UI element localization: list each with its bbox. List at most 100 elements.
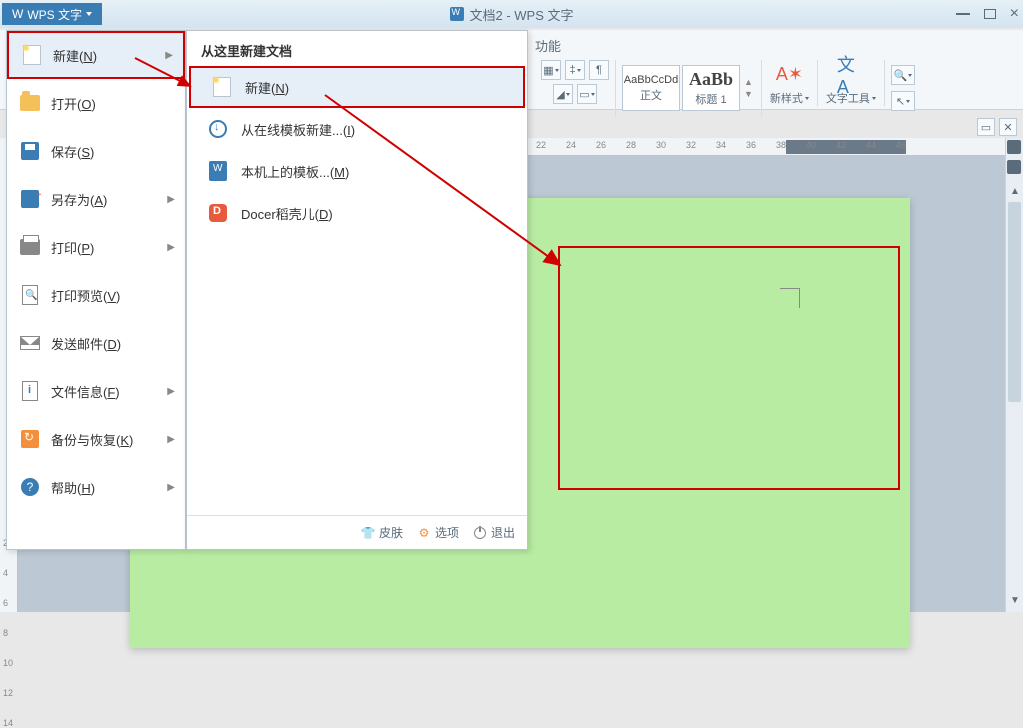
ruler-tick: 40 [806,140,816,150]
footer-options-label: 选项 [435,524,459,541]
local-template-icon [207,160,229,182]
ribbon-function-label: 功能 [535,36,561,55]
style-normal-label: 正文 [640,87,662,103]
ruler-tick: 8 [3,628,8,638]
title-bar: W WPS 文字 文档2 - WPS 文字 × [0,0,1023,28]
menu-item-new[interactable]: 新建(N) ▶ [7,31,185,79]
menu-item-new-label: 新建(N) [53,46,97,65]
ruler-tick: 22 [536,140,546,150]
sub-item-docer[interactable]: Docer稻壳儿(D) [187,192,527,234]
ruler-tick: 14 [3,718,13,728]
footer-exit-label: 退出 [491,524,515,541]
ruler-tick: 24 [566,140,576,150]
menu-item-save[interactable]: 保存(S) [7,127,185,175]
menu-item-saveas[interactable]: 另存为(A) ▶ [7,175,185,223]
sub-item-new[interactable]: 新建(N) [189,66,525,108]
skin-icon: 👕 [361,526,375,540]
find-icon[interactable]: 🔍 [891,65,915,85]
ribbon-group-paragraph: ▦ ‡ ¶ ◢ ▭ [535,60,616,116]
maximize-button[interactable] [984,9,996,19]
sub-menu-header: 从这里新建文档 [187,31,527,66]
print-icon [19,236,41,258]
ruler-tick: 32 [686,140,696,150]
scroll-down-icon[interactable]: ▼ [1010,595,1020,606]
style-normal[interactable]: AaBbCcDd 正文 [622,65,680,111]
app-name-label: WPS 文字 [27,6,82,23]
ruler-tick: 28 [626,140,636,150]
menu-item-sendmail[interactable]: 发送邮件(D) [7,319,185,367]
file-info-icon [19,380,41,402]
scroll-thumb[interactable] [1008,202,1021,402]
window-title: 文档2 - WPS 文字 [449,5,573,24]
ribbon-group-find: 🔍 ↖ [885,60,921,116]
footer-exit-button[interactable]: 退出 [473,524,515,541]
chevron-right-icon: ▶ [167,194,175,205]
sub-item-local-template[interactable]: 本机上的模板...(M) [187,150,527,192]
ruler-tick: 38 [776,140,786,150]
ruler-tick: 26 [596,140,606,150]
menu-item-print-label: 打印(P) [51,238,94,257]
menu-item-help[interactable]: ? 帮助(H) ▶ [7,463,185,511]
mail-icon [19,332,41,354]
ruler-icon[interactable]: ✕ [999,118,1017,136]
sub-item-online-template[interactable]: 从在线模板新建...(I) [187,108,527,150]
new-style-label: 新样式 [770,90,803,106]
border-icon[interactable]: ▭ [577,84,597,104]
saveas-icon [19,188,41,210]
scrollbar-vertical[interactable]: ▲ ▼ [1005,138,1023,612]
nav-pane-icon[interactable] [1007,160,1021,174]
style-heading1[interactable]: AaBb 标题 1 [682,65,740,111]
line-spacing-icon[interactable]: ‡ [565,60,585,80]
chevron-right-icon: ▶ [165,50,173,61]
grid-icon[interactable]: ▦ [541,60,561,80]
footer-skin-label: 皮肤 [379,524,403,541]
menu-item-preview[interactable]: 打印预览(V) [7,271,185,319]
ribbon-group-styles: AaBbCcDd 正文 AaBb 标题 1 ▲ ▼ [616,60,762,116]
menu-item-backup[interactable]: 备份与恢复(K) ▶ [7,415,185,463]
ruler-tick: 10 [3,658,13,668]
chevron-right-icon: ▶ [167,242,175,253]
menu-item-print[interactable]: 打印(P) ▶ [7,223,185,271]
app-menu-button[interactable]: W WPS 文字 [2,3,102,25]
menu-item-save-label: 保存(S) [51,142,94,161]
sub-item-new-label: 新建(N) [245,78,289,97]
gear-icon: ⚙ [417,526,431,540]
menu-item-open[interactable]: 打开(O) [7,79,185,127]
app-logo-icon: W [12,7,23,21]
view-icon[interactable]: ▭ [977,118,995,136]
doc-icon [449,7,463,21]
para-icon[interactable]: ¶ [589,60,609,80]
close-button[interactable]: × [1010,5,1019,23]
style-up-icon[interactable]: ▲ [744,77,753,87]
new-style-icon: A✶ [775,60,803,88]
sidebar-toggle-icon[interactable] [1007,140,1021,154]
footer-options-button[interactable]: ⚙ 选项 [417,524,459,541]
doc-title-label: 文档2 - WPS 文字 [469,5,573,24]
docer-icon [207,202,229,224]
ribbon-groups: ▦ ‡ ¶ ◢ ▭ AaBbCcDd 正文 AaBb 标题 1 ▲ ▼ [535,60,921,116]
annotation-target-rect [558,246,900,490]
text-tools-label: 文字工具 [826,90,870,106]
menu-item-backup-label: 备份与恢复(K) [51,430,133,449]
new-style-button[interactable]: A✶ 新样式 [762,60,818,106]
style-heading1-label: 标题 1 [695,91,726,107]
ruler-tick: 4 [3,568,8,578]
scroll-up-icon[interactable]: ▲ [1010,186,1020,197]
ruler-tick: 34 [716,140,726,150]
style-down-icon[interactable]: ▼ [744,89,753,99]
select-icon[interactable]: ↖ [891,91,915,111]
minimize-button[interactable] [956,13,970,15]
chevron-right-icon: ▶ [167,482,175,493]
shading-icon[interactable]: ◢ [553,84,573,104]
sub-menu-panel: 从这里新建文档 新建(N) 从在线模板新建...(I) 本机上的模板...(M)… [186,30,528,550]
window-controls: × [956,5,1019,23]
menu-item-fileinfo[interactable]: 文件信息(F) ▶ [7,367,185,415]
menu-item-help-label: 帮助(H) [51,478,95,497]
style-heading1-preview: AaBb [689,69,733,90]
help-menu-icon: ? [19,476,41,498]
text-tools-button[interactable]: 文A 文字工具 [818,60,885,106]
backup-icon [19,428,41,450]
footer-skin-button[interactable]: 👕 皮肤 [361,524,403,541]
text-tools-icon: 文A [837,60,865,88]
chevron-right-icon: ▶ [167,434,175,445]
